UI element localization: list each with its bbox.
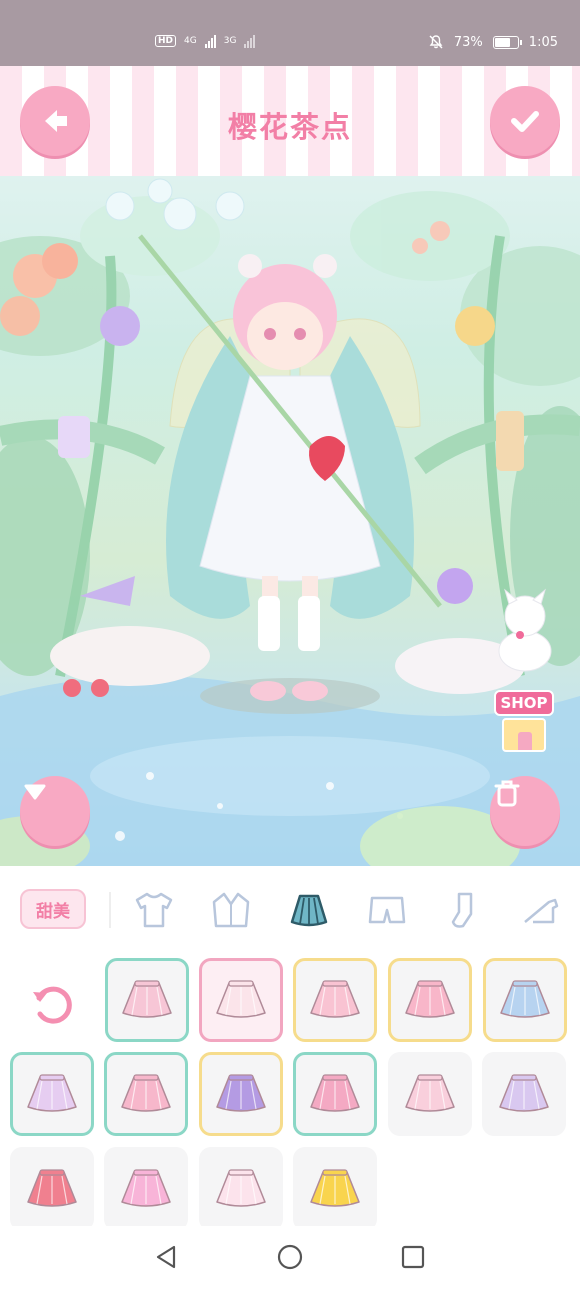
skirt-icon [122,980,172,1018]
skirt-icon [216,980,266,1018]
skirt-icon [121,1169,171,1207]
shop-label: SHOP [494,690,554,716]
system-nav-bar [0,1226,580,1289]
skirt-icon [405,980,455,1018]
skirt-icon [310,1169,360,1207]
skirt-icon [216,1074,266,1112]
network-indicators: HD 4G 3G [155,34,256,48]
sock-icon [451,892,473,928]
clock: 1:05 [528,34,558,50]
shorts-icon [368,896,406,924]
tab-shoes[interactable] [516,886,564,934]
skirt-icon [310,980,360,1018]
network-3g-label: 3G [223,36,237,46]
signal-icon [244,34,256,48]
skirt-icon [216,1169,266,1207]
clothing-item[interactable] [388,958,472,1042]
status-right: 73% 1:05 [428,34,558,50]
circle-home-icon[interactable] [276,1243,304,1271]
shop-building-icon [502,718,546,752]
mute-icon [429,35,443,49]
trash-icon [494,780,520,807]
battery-percent: 73% [453,34,483,50]
skirt-icon [500,980,550,1018]
clothing-item[interactable] [388,1052,472,1136]
clothing-item[interactable] [293,1147,377,1231]
clothing-item[interactable] [10,1147,94,1231]
reset-button[interactable] [24,976,82,1034]
triangle-down-icon [24,784,46,800]
skirt-icon [310,1074,360,1112]
heel-icon [524,898,559,924]
skirt-icon [290,894,328,927]
wardrobe-panel: 甜美 [0,866,580,1231]
skirt-icon [121,1074,171,1112]
battery-level [494,37,511,47]
reset-icon [33,986,72,1024]
battery-icon [492,35,522,49]
clothing-item[interactable] [483,958,567,1042]
style-tab-sweet[interactable]: 甜美 [20,889,86,929]
skirt-icon [405,1074,455,1112]
network-4g-label: 4G [184,36,197,46]
clothing-item[interactable] [104,1147,188,1231]
signal-icon [204,34,216,48]
clothing-item[interactable] [10,1052,94,1136]
clothing-item[interactable] [104,1052,188,1136]
clothing-item[interactable] [199,1052,283,1136]
tab-outerwear[interactable] [207,886,255,934]
triangle-left-icon[interactable] [152,1243,180,1271]
tab-tops[interactable] [130,886,178,934]
status-bar: HD 4G 3G 73% 1:05 [0,0,580,66]
skirt-icon [27,1169,77,1207]
collapse-panel-button[interactable] [20,776,90,846]
square-recents-icon[interactable] [400,1244,426,1270]
skirt-icon [27,1074,77,1112]
clothing-item[interactable] [199,958,283,1042]
check-icon [511,111,539,132]
tab-skirts[interactable] [285,886,333,934]
dressup-scene: SHOP [0,176,580,876]
confirm-button[interactable] [490,86,560,156]
clothing-item[interactable] [482,1052,566,1136]
header-bar: 樱花茶点 [0,66,580,196]
jacket-icon [212,892,250,928]
tab-shorts[interactable] [363,886,411,934]
shop-button[interactable]: SHOP [494,690,554,760]
trash-button[interactable] [490,776,560,846]
tab-divider [109,892,111,928]
clothing-item[interactable] [105,958,189,1042]
clothing-item[interactable] [199,1147,283,1231]
scene-illustration [0,178,580,876]
tshirt-icon [135,892,173,928]
skirt-icon [499,1074,549,1112]
clothing-item[interactable] [293,1052,377,1136]
clothing-item[interactable] [293,958,377,1042]
category-tabs: 甜美 [0,866,580,946]
hd-badge: HD [155,35,177,47]
tab-socks[interactable] [440,886,488,934]
